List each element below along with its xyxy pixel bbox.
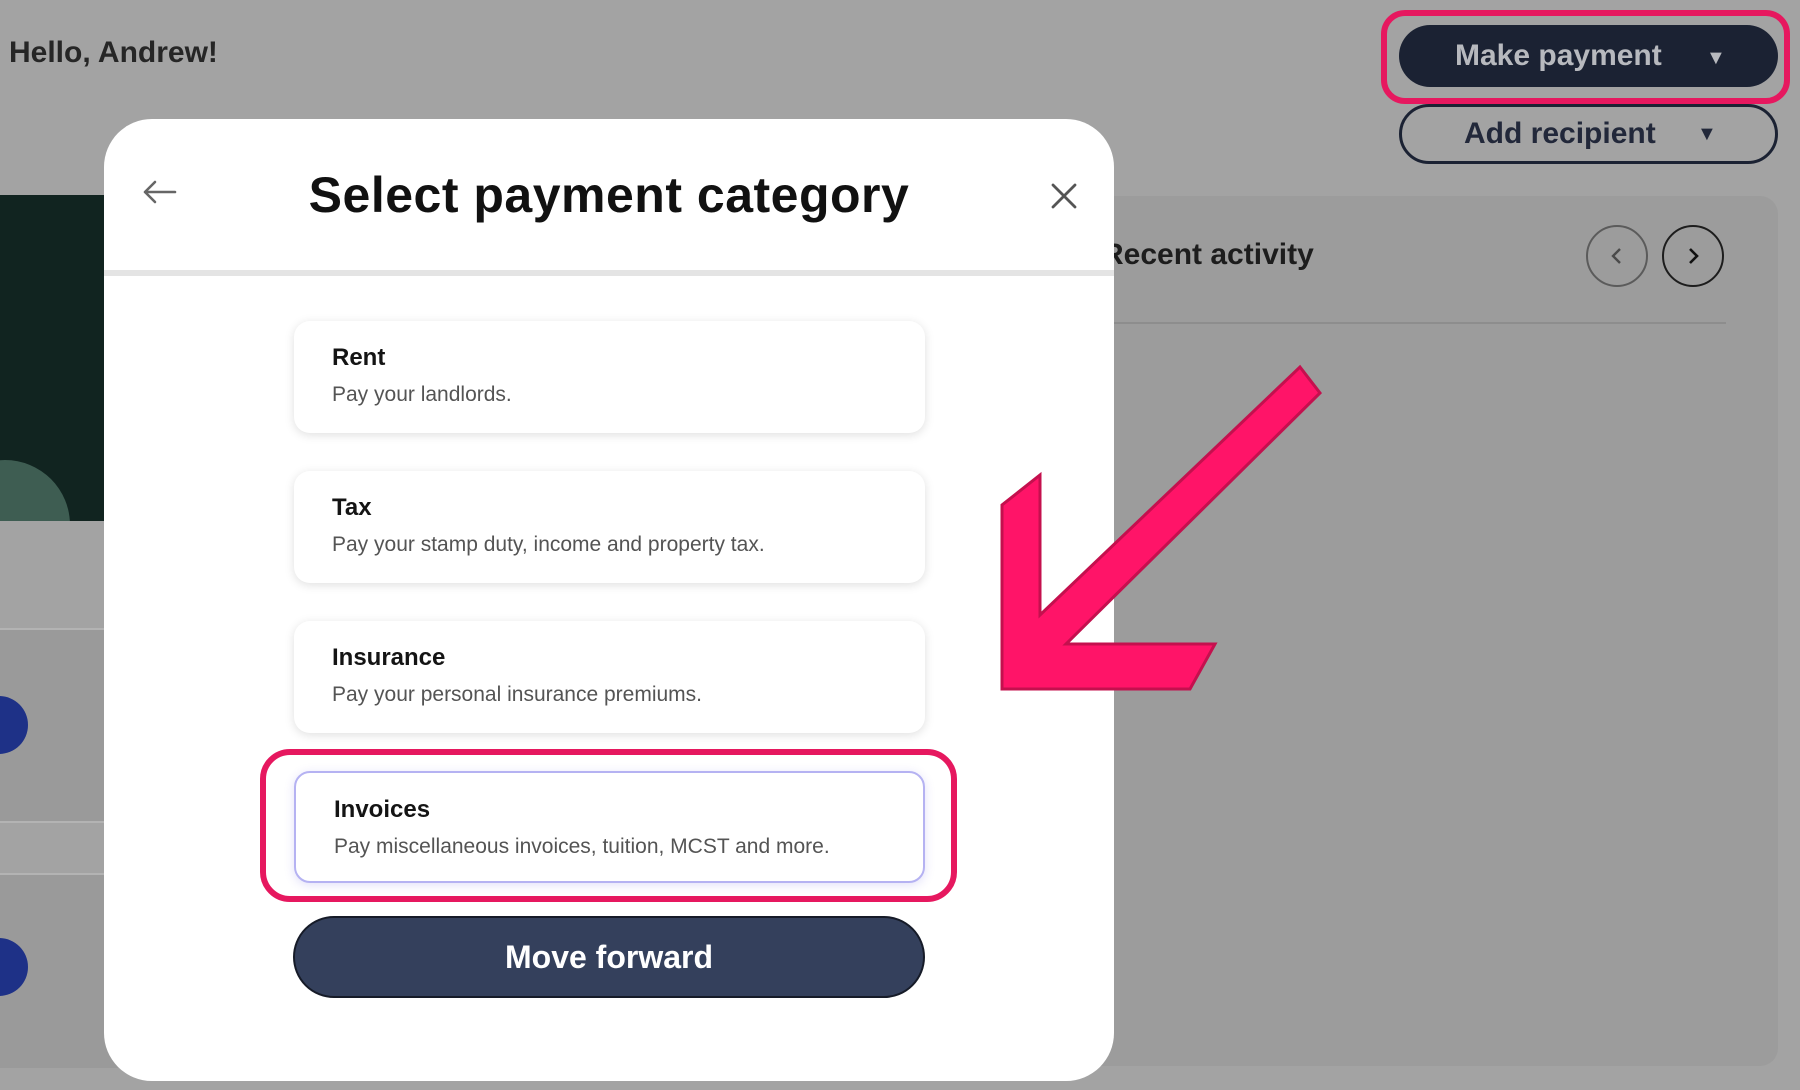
move-forward-button[interactable]: Move forward — [293, 916, 925, 998]
pink-arrow-icon — [1000, 364, 1322, 691]
category-description: Pay your landlords. — [332, 383, 512, 406]
make-payment-highlight — [1381, 10, 1790, 104]
category-title: Tax — [332, 494, 372, 521]
add-recipient-label: Add recipient — [1464, 117, 1656, 150]
activity-prev-button[interactable] — [1586, 225, 1648, 287]
category-description: Pay your personal insurance premiums. — [332, 683, 703, 706]
close-button[interactable] — [1044, 176, 1084, 216]
category-description: Pay your stamp duty, income and property… — [332, 533, 765, 556]
add-recipient-button[interactable]: Add recipient ▼ — [1399, 104, 1778, 164]
recent-activity-title: Recent activity — [1102, 238, 1314, 271]
promo-banner[interactable] — [0, 195, 120, 521]
chevron-left-icon — [1611, 248, 1621, 264]
modal-divider — [104, 270, 1114, 276]
list-item[interactable] — [0, 628, 120, 823]
list-item[interactable] — [0, 873, 120, 1068]
invoices-highlight — [260, 749, 957, 902]
activity-next-button[interactable] — [1662, 225, 1724, 287]
category-title: Rent — [332, 344, 386, 371]
chevron-right-icon — [1689, 248, 1699, 264]
activity-divider — [1102, 322, 1726, 324]
account-icon — [0, 938, 28, 996]
category-option-rent[interactable]: Rent Pay your landlords. — [294, 321, 925, 433]
category-option-insurance[interactable]: Insurance Pay your personal insurance pr… — [294, 621, 925, 733]
close-icon — [1051, 183, 1077, 209]
category-option-tax[interactable]: Tax Pay your stamp duty, income and prop… — [294, 471, 925, 583]
banner-decoration — [0, 460, 70, 521]
greeting-text: Hello, Andrew! — [9, 36, 218, 69]
modal-title: Select payment category — [308, 167, 910, 223]
caret-down-icon: ▼ — [1697, 123, 1717, 145]
account-icon — [0, 696, 28, 754]
category-title: Insurance — [332, 644, 446, 671]
